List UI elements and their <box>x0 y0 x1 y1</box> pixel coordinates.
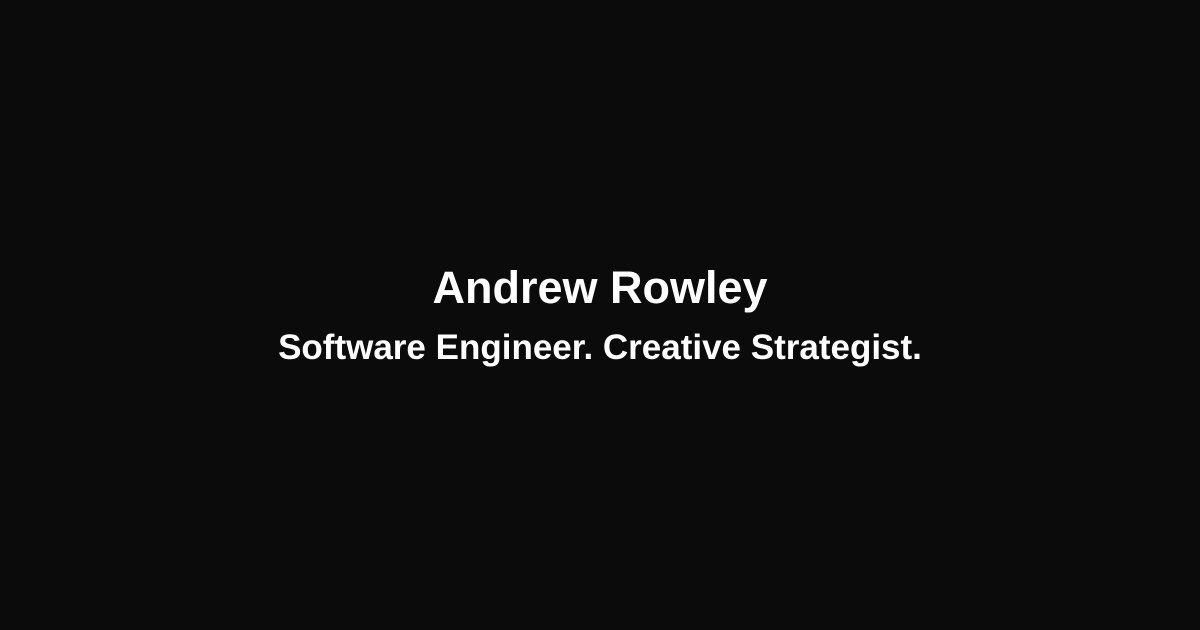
social-card: Andrew Rowley Software Engineer. Creativ… <box>0 0 1200 630</box>
person-name: Andrew Rowley <box>432 262 768 313</box>
tagline: Software Engineer. Creative Strategist. <box>278 328 922 367</box>
